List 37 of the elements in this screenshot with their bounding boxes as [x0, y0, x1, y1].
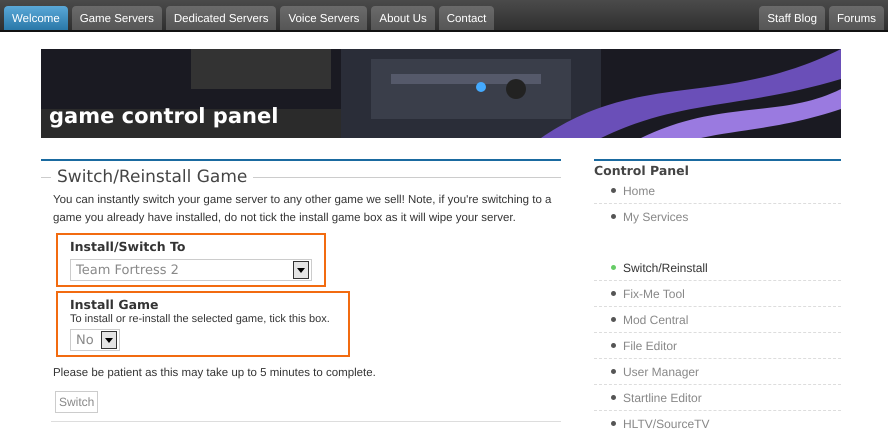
nav-tab[interactable]: About Us [371, 6, 435, 30]
select-field[interactable]: Team Fortress 2 [70, 259, 312, 281]
nav-tab[interactable]: Dedicated Servers [166, 6, 276, 30]
note-text: Please be patient as this may take up to 5 minutes to complete. [53, 367, 377, 379]
bullet-icon [611, 343, 616, 348]
nav-tab[interactable]: Contact [438, 6, 494, 30]
nav-tab[interactable]: Staff Blog [759, 6, 826, 30]
bullet-icon [611, 395, 616, 400]
bullet-icon [611, 291, 616, 296]
sidebar-link[interactable]: User Manager [623, 364, 700, 378]
switch-button[interactable]: Switch [55, 391, 98, 413]
bullet-icon [611, 188, 616, 193]
sidebar-link[interactable]: Fix-Me Tool [623, 286, 685, 300]
bullet-icon [611, 214, 616, 219]
nav-tab[interactable]: Voice Servers [280, 6, 368, 30]
field-label: Install/Switch To [70, 239, 186, 254]
sidebar-link[interactable]: Mod Central [623, 312, 688, 326]
sidebar-link[interactable]: My Services [623, 210, 688, 224]
sidebar-link[interactable]: Startline Editor [623, 390, 702, 404]
field-hint: To install or re-install the selected game, tick this box. [70, 313, 331, 325]
nav-tab[interactable]: Welcome [4, 6, 68, 30]
sidebar-link[interactable]: File Editor [623, 338, 678, 352]
banner-title: game control panel [49, 104, 278, 128]
sidebar-link[interactable]: HLTV/SourceTV [623, 416, 710, 430]
bullet-icon [611, 265, 616, 270]
bullet-icon [611, 317, 616, 322]
nav-tab[interactable]: Forums [829, 6, 884, 30]
bullet-icon [611, 421, 616, 426]
sidebar-link[interactable]: Home [623, 184, 656, 198]
bullet-icon [611, 369, 616, 374]
sidebar-title: Control Panel [594, 163, 690, 178]
sidebar-link[interactable]: Switch/Reinstall [623, 260, 708, 274]
section-heading: Switch/Reinstall Game [57, 167, 248, 187]
nav-tab[interactable]: Game Servers [72, 6, 162, 30]
intro-text: You can instantly switch your game server to any other game we sell! Note, if you're switching to a game you already have installed, do not tick the install game box as it will wipe your server. [53, 193, 552, 226]
field-label: Install Game [70, 297, 160, 312]
select-field[interactable]: No [70, 329, 120, 351]
